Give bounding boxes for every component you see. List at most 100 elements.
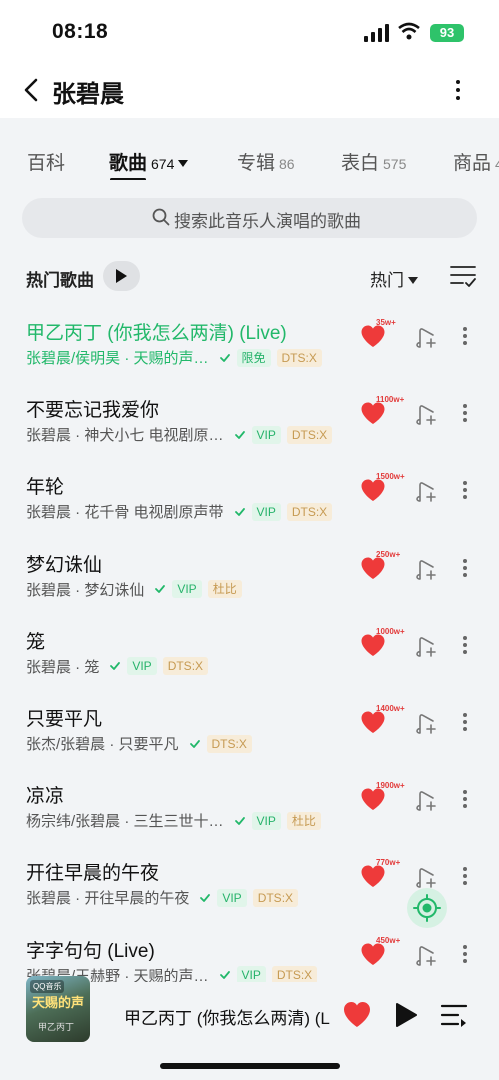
search-icon	[152, 208, 170, 226]
song-row[interactable]: 只要平凡 张杰/张碧晨 · 只要平凡 DTS:X 1400w+	[0, 704, 499, 781]
status-bar: 08:18 93	[0, 0, 499, 66]
play-icon[interactable]	[394, 1002, 418, 1028]
verified-check-icon	[219, 353, 230, 362]
add-to-queue-icon[interactable]	[416, 558, 438, 582]
song-meta: 张碧晨 · 开往早晨的午夜 VIP DTS:X	[26, 887, 304, 908]
row-more-icon[interactable]	[460, 942, 470, 966]
like-heart-icon[interactable]	[360, 324, 386, 348]
song-meta: 张碧晨/侯明昊 · 天赐的声… 限免 DTS:X	[26, 347, 328, 368]
batch-select-icon[interactable]	[450, 264, 476, 288]
song-tag: VIP	[217, 888, 247, 907]
tab-albums[interactable]: 专辑 86	[237, 148, 295, 175]
song-meta: 张碧晨 · 笼 VIP DTS:X	[26, 656, 214, 677]
add-to-queue-icon[interactable]	[416, 403, 438, 427]
home-indicator	[160, 1063, 340, 1069]
search-placeholder: 搜索此音乐人演唱的歌曲	[174, 212, 361, 231]
song-tag: DTS:X	[286, 502, 333, 521]
song-tag: VIP	[127, 657, 157, 676]
song-row[interactable]: 年轮 张碧晨 · 花千骨 电视剧原声带 VIP DTS:X 1500w+	[0, 472, 499, 549]
add-to-queue-icon[interactable]	[416, 635, 438, 659]
song-row[interactable]: 不要忘记我爱你 张碧晨 · 神犬小七 电视剧原… VIP DTS:X 1100w+	[0, 395, 499, 472]
verified-check-icon	[234, 430, 245, 439]
song-title: 开往早晨的午夜	[26, 863, 160, 885]
like-heart-icon[interactable]	[342, 1000, 372, 1028]
locate-icon	[413, 894, 441, 922]
like-count: 1000w+	[376, 626, 405, 636]
song-title: 甲乙丙丁 (你我怎么两清) (Live)	[26, 323, 287, 344]
song-title: 字字句句 (Live)	[26, 940, 155, 962]
status-time: 08:18	[52, 20, 109, 43]
song-artist-album: 张碧晨 · 梦幻诛仙	[26, 581, 145, 599]
song-row[interactable]: 凉凉 杨宗纬/张碧晨 · 三生三世十… VIP 杜比 1900w+	[0, 781, 499, 858]
song-tag: DTS:X	[162, 657, 209, 676]
wifi-icon	[398, 22, 420, 40]
verified-check-icon	[200, 893, 211, 902]
locate-current-button[interactable]	[407, 888, 447, 928]
row-more-icon[interactable]	[460, 478, 470, 502]
like-heart-icon[interactable]	[360, 556, 386, 580]
row-more-icon[interactable]	[460, 324, 470, 348]
search-input[interactable]: 搜索此音乐人演唱的歌曲	[22, 198, 477, 238]
add-to-queue-icon[interactable]	[416, 944, 438, 968]
song-tag: VIP	[251, 425, 281, 444]
song-artist-album: 张碧晨 · 神犬小七 电视剧原…	[26, 427, 224, 445]
row-more-icon[interactable]	[460, 556, 470, 580]
tab-songs[interactable]: 歌曲 674	[109, 148, 189, 175]
verified-check-icon	[155, 585, 166, 593]
battery-indicator: 93	[430, 24, 464, 42]
song-tag: DTS:X	[252, 888, 299, 907]
tab-confess[interactable]: 表白 575	[341, 148, 406, 175]
song-artist-album: 张碧晨/侯明昊 · 天赐的声…	[26, 350, 209, 367]
add-to-queue-icon[interactable]	[416, 480, 438, 504]
playlist-icon[interactable]	[440, 1002, 468, 1028]
play-all-button[interactable]	[103, 261, 140, 291]
row-more-icon[interactable]	[460, 864, 470, 888]
verified-check-icon	[110, 662, 121, 671]
back-arrow-icon[interactable]	[20, 76, 44, 104]
row-more-icon[interactable]	[460, 633, 470, 657]
add-to-queue-icon[interactable]	[416, 712, 438, 736]
song-row[interactable]: 甲乙丙丁 (你我怎么两清) (Live) 张碧晨/侯明昊 · 天赐的声… 限免 DTS…	[0, 318, 499, 395]
like-heart-icon[interactable]	[360, 864, 386, 888]
song-tag: 杜比	[286, 811, 321, 830]
tab-bar: 百科 歌曲 674 专辑 86 表白 575 商品 4	[0, 140, 499, 180]
like-heart-icon[interactable]	[360, 942, 386, 966]
album-cover[interactable]: QQ音乐 天赐的声 甲乙丙丁	[26, 976, 90, 1042]
play-icon	[116, 269, 127, 283]
row-more-icon[interactable]	[460, 710, 470, 734]
song-title: 年轮	[26, 477, 65, 499]
song-row[interactable]: 梦幻诛仙 张碧晨 · 梦幻诛仙 VIP 杜比 250w+	[0, 550, 499, 627]
song-meta: 张碧晨 · 花千骨 电视剧原声带 VIP DTS:X	[26, 501, 338, 522]
song-tag: VIP	[251, 811, 281, 830]
song-artist-album: 张杰/张碧晨 · 只要平凡	[26, 736, 179, 753]
song-title: 笼	[26, 631, 46, 653]
tab-goods[interactable]: 商品 4	[453, 148, 499, 175]
like-heart-icon[interactable]	[360, 710, 386, 734]
like-heart-icon[interactable]	[360, 401, 386, 425]
tab-wiki[interactable]: 百科	[27, 148, 65, 175]
page-header: 张碧晨	[0, 66, 499, 116]
add-to-queue-icon[interactable]	[416, 866, 438, 890]
row-more-icon[interactable]	[460, 787, 470, 811]
page-title: 张碧晨	[52, 81, 124, 108]
more-options-icon[interactable]	[448, 76, 468, 104]
like-count: 770w+	[376, 858, 401, 868]
like-heart-icon[interactable]	[360, 787, 386, 811]
song-meta: 张杰/张碧晨 · 只要平凡 DTS:X	[26, 733, 258, 754]
add-to-queue-icon[interactable]	[416, 326, 438, 350]
like-heart-icon[interactable]	[360, 633, 386, 657]
song-tag: DTS:X	[276, 348, 322, 367]
song-meta: 张碧晨 · 神犬小七 电视剧原… VIP DTS:X	[26, 424, 338, 445]
row-more-icon[interactable]	[460, 401, 470, 425]
song-tag: VIP	[251, 502, 281, 521]
add-to-queue-icon[interactable]	[416, 789, 438, 813]
song-artist-album: 张碧晨 · 笼	[26, 658, 100, 676]
like-count: 450w+	[376, 935, 401, 945]
sort-dropdown[interactable]: 热门	[370, 266, 418, 291]
sort-caret-icon	[408, 277, 418, 284]
song-title: 不要忘记我爱你	[26, 400, 160, 422]
like-heart-icon[interactable]	[360, 478, 386, 502]
like-count: 250w+	[376, 549, 401, 559]
song-row[interactable]: 笼张碧晨 · 笼 VIP DTS:X 1000w+	[0, 627, 499, 704]
section-title: 热门歌曲	[26, 271, 94, 290]
